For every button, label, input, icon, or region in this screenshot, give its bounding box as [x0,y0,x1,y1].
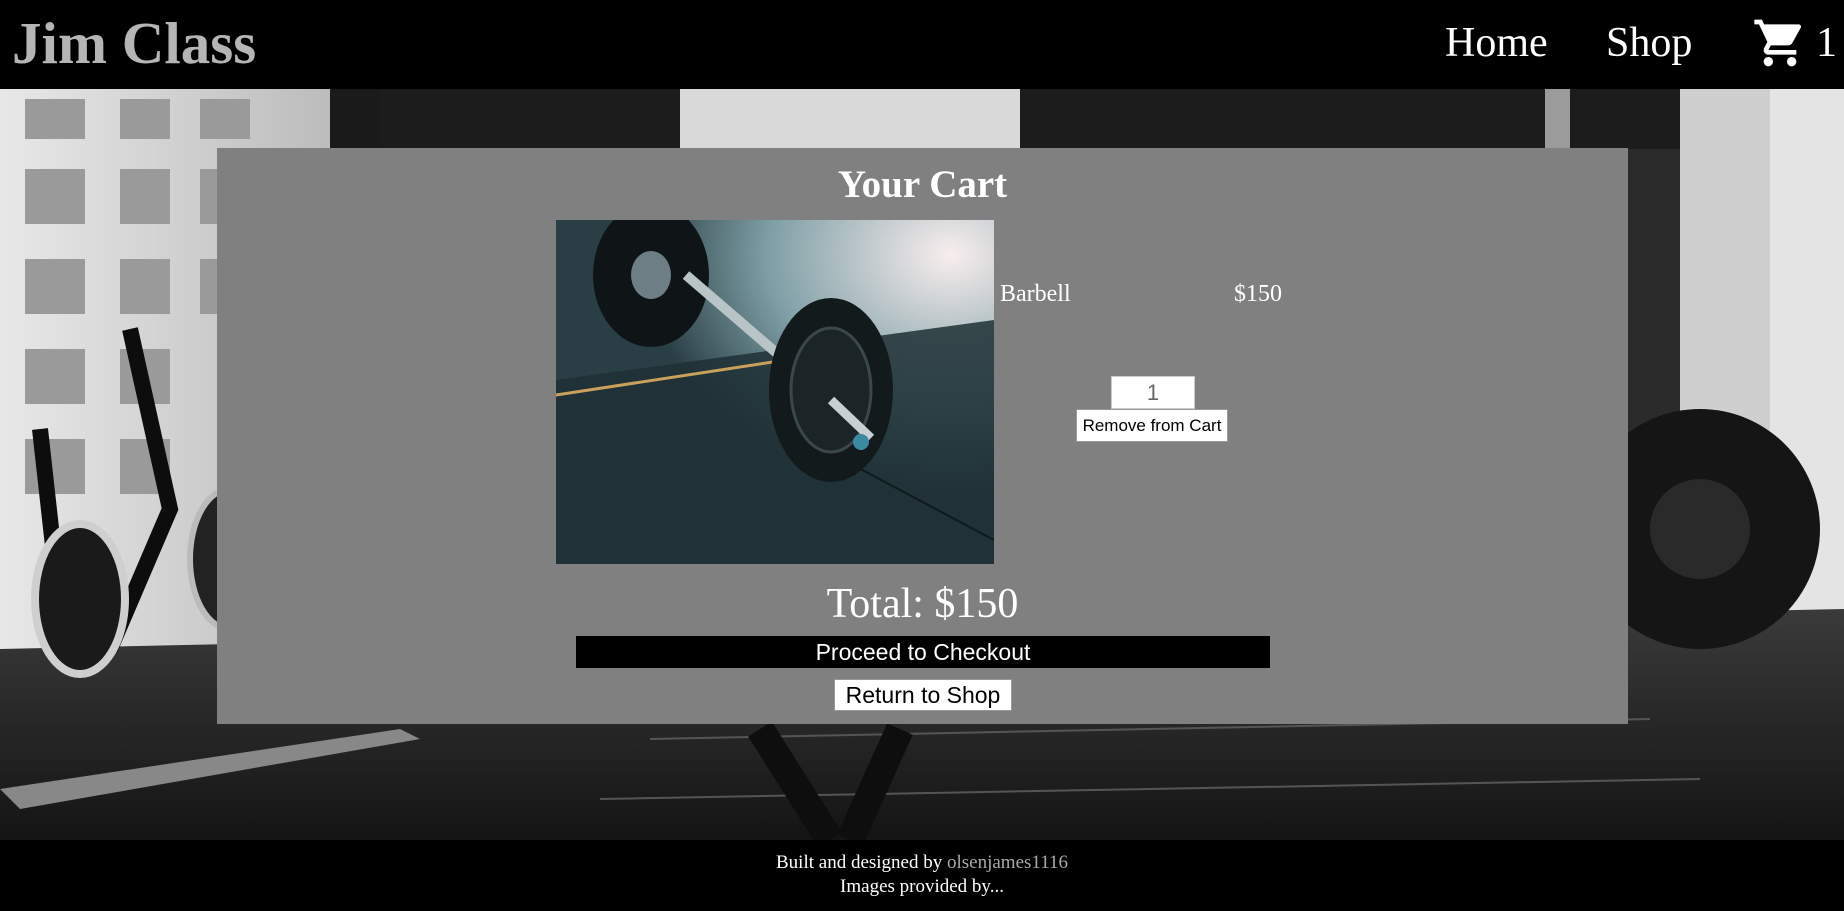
cart-link[interactable]: 1 [1752,14,1837,72]
footer-images-credit: Images provided by... [840,876,1004,897]
cart-title: Your Cart [837,163,1008,206]
footer: Built and designed by olsenjames1116 Ima… [0,840,1844,911]
cart-count: 1 [1816,20,1837,66]
footer-credit-line: Built and designed by olsenjames1116 [0,851,1844,875]
remove-from-cart-button[interactable]: Remove from Cart [1076,409,1228,442]
brand-logo-text[interactable]: Jim Class [12,8,256,78]
cart-panel: Your Cart Barbell $150 1 Remove from Car… [217,148,1628,724]
footer-author-link[interactable]: olsenjames1116 [947,852,1068,873]
quantity-input[interactable] [1111,376,1195,409]
return-to-shop-button[interactable]: Return to Shop [834,679,1012,711]
shopping-cart-icon [1754,19,1802,67]
nav-home-link[interactable]: Home [1445,18,1548,68]
navbar: Jim Class Home Shop 1 [0,0,1844,89]
cart-total: Total: $150 [826,581,1019,627]
proceed-to-checkout-button[interactable]: Proceed to Checkout [576,636,1270,668]
barbell-product-image [556,220,994,564]
footer-built-text: Built and designed by [776,852,943,873]
cart-item-price: $150 [1234,281,1282,307]
nav-shop-link[interactable]: Shop [1606,18,1692,68]
cart-item-name: Barbell [1000,281,1071,307]
